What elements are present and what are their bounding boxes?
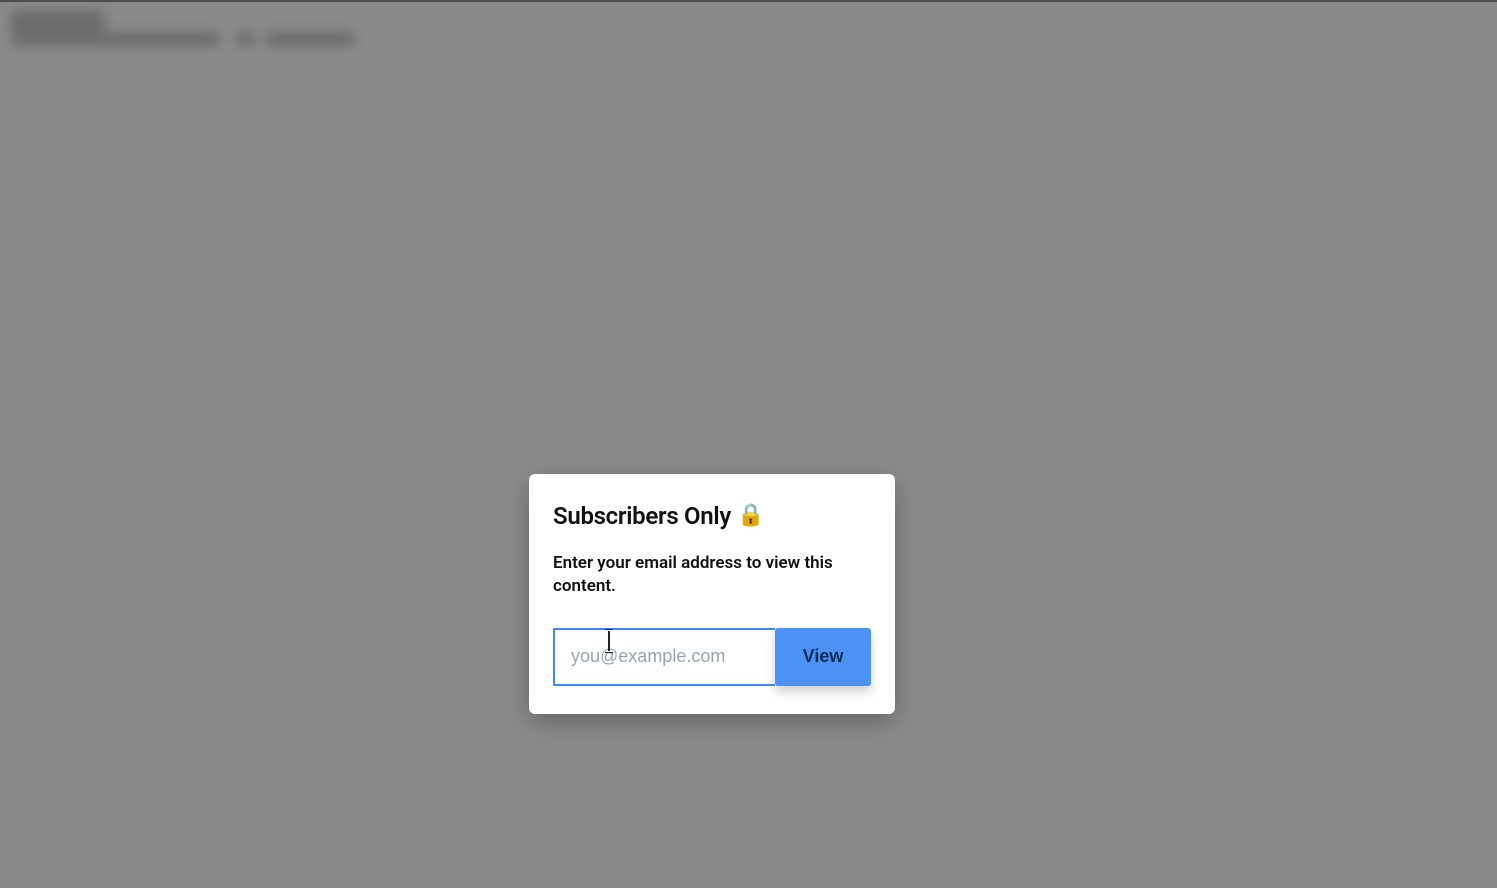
email-form: View	[553, 628, 871, 686]
modal-overlay: Subscribers Only 🔒 Enter your email addr…	[0, 0, 1497, 888]
modal-title-text: Subscribers Only	[553, 502, 731, 530]
modal-title: Subscribers Only 🔒	[553, 502, 871, 530]
lock-icon: 🔒	[737, 505, 764, 527]
subscribers-only-modal: Subscribers Only 🔒 Enter your email addr…	[529, 474, 895, 714]
email-input[interactable]	[553, 628, 775, 686]
view-button[interactable]: View	[775, 628, 871, 686]
modal-description: Enter your email address to view this co…	[553, 552, 871, 598]
